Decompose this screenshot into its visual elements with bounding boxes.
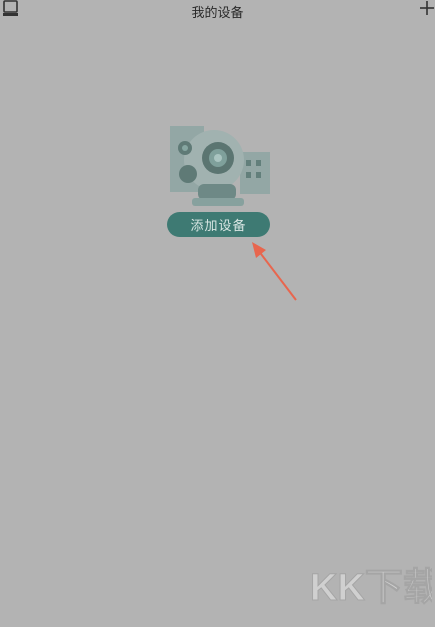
watermark-logo: KK下载 [308, 560, 435, 610]
plus-icon[interactable] [419, 0, 435, 16]
add-device-button[interactable]: 添加设备 [167, 212, 270, 237]
page-title: 我的设备 [191, 6, 244, 21]
svg-text:KK下载: KK下载 [310, 567, 432, 609]
annotation-arrow [248, 238, 304, 304]
camera-building-illustration [164, 122, 276, 212]
top-bar: 我的设备 [0, 0, 435, 24]
